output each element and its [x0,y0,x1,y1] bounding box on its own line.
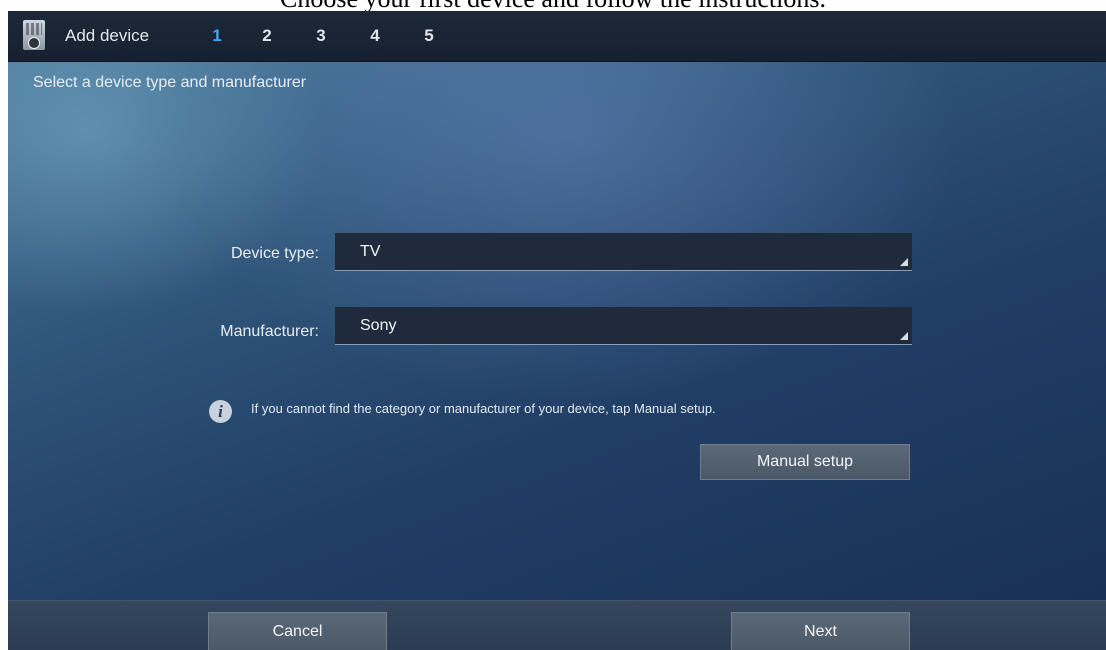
device-type-select[interactable]: TV [335,233,912,271]
manual-setup-button[interactable]: Manual setup [700,444,910,480]
step-1: 1 [212,26,222,45]
step-3: 3 [316,26,326,45]
dropdown-corner-icon [900,332,908,340]
dropdown-corner-icon [900,258,908,266]
info-icon: i [209,400,232,423]
subtitle: Select a device type and manufacturer [33,74,307,91]
step-4: 4 [370,26,380,45]
bottom-bar: Cancel Next [8,600,1106,650]
device-type-value: TV [360,243,381,260]
step-5: 5 [424,26,434,45]
top-action-bar: Add device 1 2 3 4 5 [8,11,1106,62]
page-title: Add device [65,26,150,45]
next-button[interactable]: Next [731,612,910,650]
manufacturer-label: Manufacturer: [220,323,319,340]
info-text: If you cannot find the category or manuf… [251,401,716,416]
step-2: 2 [262,26,272,45]
manufacturer-select[interactable]: Sony [335,307,912,345]
device-type-label: Device type: [230,245,319,262]
cancel-button[interactable]: Cancel [208,612,387,650]
caption-text: Choose your first device and follow the … [0,0,1106,12]
manufacturer-value: Sony [360,317,397,334]
remote-control-icon [23,20,45,50]
add-device-screen: Add device 1 2 3 4 5 Select a device typ… [8,11,1106,650]
